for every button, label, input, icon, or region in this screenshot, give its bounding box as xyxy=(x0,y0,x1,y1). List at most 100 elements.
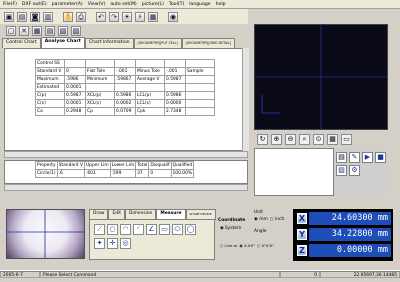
table-cell[interactable]: Estimated xyxy=(35,83,65,92)
menu-dxf-out[interactable]: DXF out(E) xyxy=(22,2,47,7)
table-cell[interactable]: LCL(p) xyxy=(135,91,165,100)
camera-icon[interactable]: ◉ xyxy=(168,11,178,22)
table-cell[interactable] xyxy=(164,83,186,92)
pencil-icon[interactable]: ✎ xyxy=(349,152,360,163)
column-header[interactable]: Property xyxy=(35,161,58,170)
column-header[interactable]: Standard V xyxy=(56,161,85,170)
table-cell[interactable]: Cp xyxy=(85,107,115,116)
close-icon[interactable]: ✕ xyxy=(19,26,29,36)
play-icon[interactable]: ▶ xyxy=(362,152,373,163)
graphic-viewer[interactable] xyxy=(254,24,388,130)
zoom-fit-icon[interactable]: ⊙ xyxy=(313,133,324,145)
table-cell[interactable]: Average V xyxy=(135,75,165,84)
window-icon[interactable]: ▭ xyxy=(341,133,352,145)
print-preview-icon[interactable]: ▤ xyxy=(45,26,55,36)
menu-view[interactable]: View(V) xyxy=(88,2,106,7)
undo-icon[interactable]: ↶ xyxy=(96,11,106,22)
angle-dms-option[interactable]: ○ X°X'X" xyxy=(257,243,274,248)
axis-x-button[interactable]: X xyxy=(297,213,307,224)
table-cell[interactable] xyxy=(185,75,215,84)
table-cell[interactable]: 0.0002 xyxy=(114,99,136,108)
table-cell[interactable]: XCL(p) xyxy=(85,91,115,100)
report-icon[interactable]: ▨ xyxy=(71,26,81,36)
table-cell[interactable]: Maximum xyxy=(35,75,65,84)
column-header[interactable]: Disqualif xyxy=(148,161,172,170)
table-cell[interactable]: 0 xyxy=(64,67,86,76)
stop-icon[interactable]: ■ xyxy=(375,152,386,163)
table-cell[interactable] xyxy=(185,99,215,108)
menu-file[interactable]: File(F) xyxy=(3,2,17,7)
menu-auto-set[interactable]: auto set(M) xyxy=(110,2,136,7)
print-icon[interactable]: ⎙ xyxy=(76,11,86,22)
axis-z-button[interactable]: Z xyxy=(297,245,307,256)
menu-tool[interactable]: Tool(T) xyxy=(169,2,184,7)
camera-view[interactable] xyxy=(6,209,85,259)
table-cell[interactable]: .59867 xyxy=(114,75,136,84)
redo-icon[interactable]: ↷ xyxy=(109,11,119,22)
center-tool-icon[interactable]: ◎ xyxy=(120,238,131,249)
ellipse-tool-icon[interactable]: ⬭ xyxy=(172,224,183,235)
table-cell[interactable]: 0.0001 xyxy=(64,83,86,92)
table-cell[interactable]: 0.0001 xyxy=(64,99,86,108)
table-cell[interactable] xyxy=(64,59,86,68)
tab-analyse-chart[interactable]: Analyse Chart xyxy=(40,37,85,48)
table-cell[interactable]: 2.7348 xyxy=(164,107,186,116)
table-cell[interactable] xyxy=(164,59,186,68)
axis-y-button[interactable]: Y xyxy=(297,229,307,240)
table-cell[interactable]: C(s) xyxy=(35,99,65,108)
tab-chart-information[interactable]: Chart Information xyxy=(84,38,134,48)
vertical-scrollbar[interactable] xyxy=(242,48,249,151)
rectangle-tool-icon[interactable]: ▭ xyxy=(159,224,170,235)
table-cell[interactable] xyxy=(185,59,215,68)
table-cell[interactable]: 0.0709 xyxy=(114,107,136,116)
menu-language[interactable]: language xyxy=(189,2,210,7)
table-cell[interactable]: 0.2948 xyxy=(64,107,86,116)
menu-help[interactable]: help xyxy=(216,2,226,7)
table-cell[interactable]: Sample xyxy=(185,67,215,76)
grid-view-icon[interactable]: ▦ xyxy=(327,133,338,145)
new-file-icon[interactable]: ▣ xyxy=(4,11,14,22)
table-cell[interactable]: -.001 xyxy=(164,67,186,76)
table-cell[interactable]: Minus Tole xyxy=(135,67,165,76)
system-option[interactable]: ◉ System xyxy=(220,226,241,231)
table-cell[interactable]: .5986 xyxy=(64,75,86,84)
zoom-out-icon[interactable]: ⊖ xyxy=(285,133,296,145)
tab-geometry-put-cell[interactable]: [GEOGMETRY][PUT CELL] xyxy=(133,38,182,48)
zoom-window-icon[interactable]: ⌕ xyxy=(299,133,310,145)
arc-tool-icon[interactable]: ◠ xyxy=(120,224,131,235)
column-header[interactable]: Upper Lim xyxy=(83,161,111,170)
table-cell[interactable]: Standard V xyxy=(35,67,65,76)
table-cell[interactable]: C(p) xyxy=(35,91,65,100)
line-tool-icon[interactable]: ⟋ xyxy=(94,224,105,235)
book-icon[interactable]: ▤ xyxy=(336,152,347,163)
grid-icon[interactable]: ▦ xyxy=(148,11,158,22)
angle-linear-option[interactable]: ○ Line ar xyxy=(220,243,238,248)
table-cell[interactable]: Flat Tole xyxy=(85,67,115,76)
table-cell[interactable] xyxy=(85,83,115,92)
horizontal-scrollbar[interactable] xyxy=(4,151,248,158)
element-list-panel[interactable] xyxy=(254,148,334,196)
table-cell[interactable]: 0.5986 xyxy=(164,91,186,100)
angle-tool-icon[interactable]: ∠ xyxy=(146,224,157,235)
menu-picture[interactable]: picture(L) xyxy=(142,2,164,7)
unit-inch-option[interactable]: ○ inch xyxy=(270,217,284,222)
menu-parameter[interactable]: parameter(A) xyxy=(52,2,83,7)
wand-icon[interactable]: ⚡ xyxy=(135,11,145,22)
document-icon[interactable]: ▢ xyxy=(6,26,16,36)
column-header[interactable]: Lower Lim xyxy=(109,161,137,170)
table-cell[interactable]: LCL(s) xyxy=(135,99,165,108)
image-icon[interactable]: ▨ xyxy=(336,165,347,176)
open-file-icon[interactable]: ▤ xyxy=(17,11,27,22)
table-cell[interactable]: 0.5987 xyxy=(64,91,86,100)
statistics-scrollbar[interactable] xyxy=(4,184,248,191)
table-cell[interactable] xyxy=(135,83,165,92)
table-cell[interactable] xyxy=(185,83,215,92)
lamp-icon[interactable]: ☀ xyxy=(122,11,132,22)
table-cell[interactable]: 0.5986 xyxy=(114,91,136,100)
tab-control-chart[interactable]: Control Chart xyxy=(2,38,41,48)
column-header[interactable]: Qualified xyxy=(170,161,195,170)
table-row[interactable]: Circle(1) .6.601.599 37 0 100.00% xyxy=(35,169,195,178)
table-cell[interactable]: 0.0000 xyxy=(164,99,186,108)
table-cell[interactable] xyxy=(185,107,215,116)
table-cell[interactable]: Minimum xyxy=(85,75,115,84)
